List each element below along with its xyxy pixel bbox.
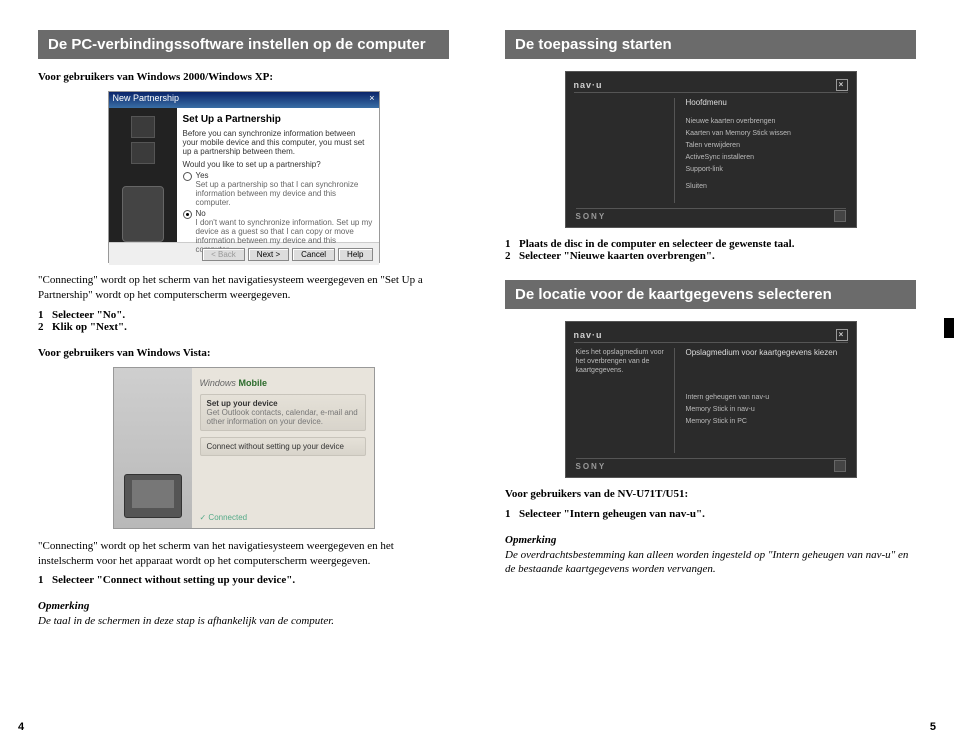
xp-dialog-intro: Before you can synchronize information b… bbox=[183, 129, 373, 156]
page-spread: De PC-verbindingssoftware instellen op d… bbox=[0, 0, 954, 747]
page-number-left: 4 bbox=[18, 721, 24, 733]
navu-side-text: Kies het opslagmedium voor het overbreng… bbox=[576, 348, 666, 375]
section-heading-pc-software: De PC-verbindingssoftware instellen op d… bbox=[38, 30, 449, 59]
step-number: 1 bbox=[505, 238, 519, 250]
figure-xp-partnership-dialog: New Partnership × Set Up a Partnership B… bbox=[108, 91, 380, 263]
figure-navu-storage-select: nav·u × Kies het opslagmedium voor het o… bbox=[565, 321, 857, 478]
menu-item[interactable]: Intern geheugen van nav-u bbox=[686, 392, 842, 404]
page-number-right: 5 bbox=[930, 721, 936, 733]
menu-item[interactable]: Kaarten van Memory Stick wissen bbox=[686, 128, 842, 140]
step-number: 1 bbox=[505, 508, 519, 520]
help-button[interactable]: Help bbox=[338, 248, 372, 261]
radio-yes[interactable]: Yes Set up a partnership so that I can s… bbox=[183, 171, 373, 207]
close-icon[interactable]: × bbox=[369, 93, 374, 107]
navu-main-heading: Hoofdmenu bbox=[686, 98, 727, 107]
navu-menu: Nieuwe kaarten overbrengen Kaarten van M… bbox=[686, 116, 842, 193]
footer-button-icon[interactable] bbox=[834, 460, 846, 472]
page-right: De toepassing starten nav·u × Hoofdmenu … bbox=[477, 0, 954, 747]
brand-mobile: Mobile bbox=[238, 378, 267, 388]
radio-yes-label: Yes bbox=[196, 171, 373, 180]
note-heading: Opmerking bbox=[505, 534, 916, 546]
step-select-no: Selecteer "No". bbox=[52, 309, 125, 321]
step-click-next: Klik op "Next". bbox=[52, 321, 127, 333]
subheading-nv-u71t: Voor gebruikers van de NV-U71T/U51: bbox=[505, 488, 916, 500]
menu-item[interactable]: Support-link bbox=[686, 164, 842, 176]
step-select-transfer: Selecteer "Nieuwe kaarten overbrengen". bbox=[519, 250, 715, 262]
option-setup-device[interactable]: Set up your device Get Outlook contacts,… bbox=[200, 394, 366, 431]
navu-menu: Intern geheugen van nav-u Memory Stick i… bbox=[686, 392, 842, 428]
xp-dialog-heading: Set Up a Partnership bbox=[183, 114, 373, 125]
navu-main-heading: Opslagmedium voor kaartgegevens kiezen bbox=[686, 348, 838, 357]
divider bbox=[674, 348, 675, 453]
xp-dialog-sidebar bbox=[109, 108, 177, 242]
close-icon[interactable]: × bbox=[836, 329, 848, 341]
xp-dialog-question: Would you like to set up a partnership? bbox=[183, 160, 373, 169]
close-icon[interactable]: × bbox=[836, 79, 848, 91]
brand-windows: Windows bbox=[200, 378, 236, 388]
navu-brand: nav·u bbox=[574, 80, 603, 90]
vista-description: "Connecting" wordt op het scherm van het… bbox=[38, 539, 449, 569]
divider bbox=[674, 98, 675, 203]
section-heading-map-location: De locatie voor de kaartgegevens selecte… bbox=[505, 280, 916, 309]
note-heading: Opmerking bbox=[38, 600, 449, 612]
step-insert-disc: Plaats de disc in de computer en selecte… bbox=[519, 238, 794, 250]
xp-dialog-title: New Partnership bbox=[113, 93, 180, 107]
option-connect-without-setup[interactable]: Connect without setting up your device bbox=[200, 437, 366, 456]
menu-item[interactable]: Memory Stick in PC bbox=[686, 416, 842, 428]
next-button[interactable]: Next > bbox=[248, 248, 289, 261]
option-setup-desc: Get Outlook contacts, calendar, e-mail a… bbox=[207, 408, 359, 426]
menu-item[interactable]: Nieuwe kaarten overbrengen bbox=[686, 116, 842, 128]
xp-description: "Connecting" wordt op het scherm van het… bbox=[38, 273, 449, 303]
step-number: 2 bbox=[38, 321, 52, 333]
step-connect-without-setup: Selecteer "Connect without setting up yo… bbox=[52, 574, 295, 586]
navu-brand: nav·u bbox=[574, 330, 603, 340]
step-number: 1 bbox=[38, 574, 52, 586]
device-icon bbox=[131, 142, 155, 164]
status-connected: ✓ Connected bbox=[200, 513, 248, 522]
menu-item[interactable]: ActiveSync installeren bbox=[686, 152, 842, 164]
vista-sidebar bbox=[114, 368, 192, 528]
menu-item-close[interactable]: Sluiten bbox=[686, 181, 842, 193]
note-body: De overdrachtsbestemming kan alleen word… bbox=[505, 548, 916, 577]
menu-item[interactable]: Memory Stick in nav-u bbox=[686, 404, 842, 416]
step-number: 1 bbox=[38, 309, 52, 321]
sony-brand: SONY bbox=[576, 462, 607, 471]
subheading-windows-xp: Voor gebruikers van Windows 2000/Windows… bbox=[38, 71, 449, 83]
page-left: De PC-verbindingssoftware instellen op d… bbox=[0, 0, 477, 747]
note-body: De taal in de schermen in deze stap is a… bbox=[38, 614, 449, 628]
radio-icon bbox=[183, 172, 192, 181]
sync-icon bbox=[131, 116, 155, 138]
radio-yes-desc: Set up a partnership so that I can synch… bbox=[196, 180, 373, 207]
step-select-internal: Selecteer "Intern geheugen van nav-u". bbox=[519, 508, 705, 520]
option-setup-title: Set up your device bbox=[207, 399, 359, 408]
radio-icon bbox=[183, 210, 192, 219]
figure-vista-device-center: Windows Mobile Set up your device Get Ou… bbox=[113, 367, 375, 529]
sony-brand: SONY bbox=[576, 212, 607, 221]
footer-button-icon[interactable] bbox=[834, 210, 846, 222]
menu-item[interactable]: Talen verwijderen bbox=[686, 140, 842, 152]
section-heading-start-app: De toepassing starten bbox=[505, 30, 916, 59]
step-number: 2 bbox=[505, 250, 519, 262]
device-image bbox=[122, 186, 164, 242]
radio-no-label: No bbox=[196, 209, 373, 218]
figure-navu-main-menu: nav·u × Hoofdmenu Nieuwe kaarten overbre… bbox=[565, 71, 857, 228]
device-image bbox=[124, 474, 182, 518]
cancel-button[interactable]: Cancel bbox=[292, 248, 335, 261]
subheading-windows-vista: Voor gebruikers van Windows Vista: bbox=[38, 347, 449, 359]
back-button[interactable]: < Back bbox=[202, 248, 245, 261]
